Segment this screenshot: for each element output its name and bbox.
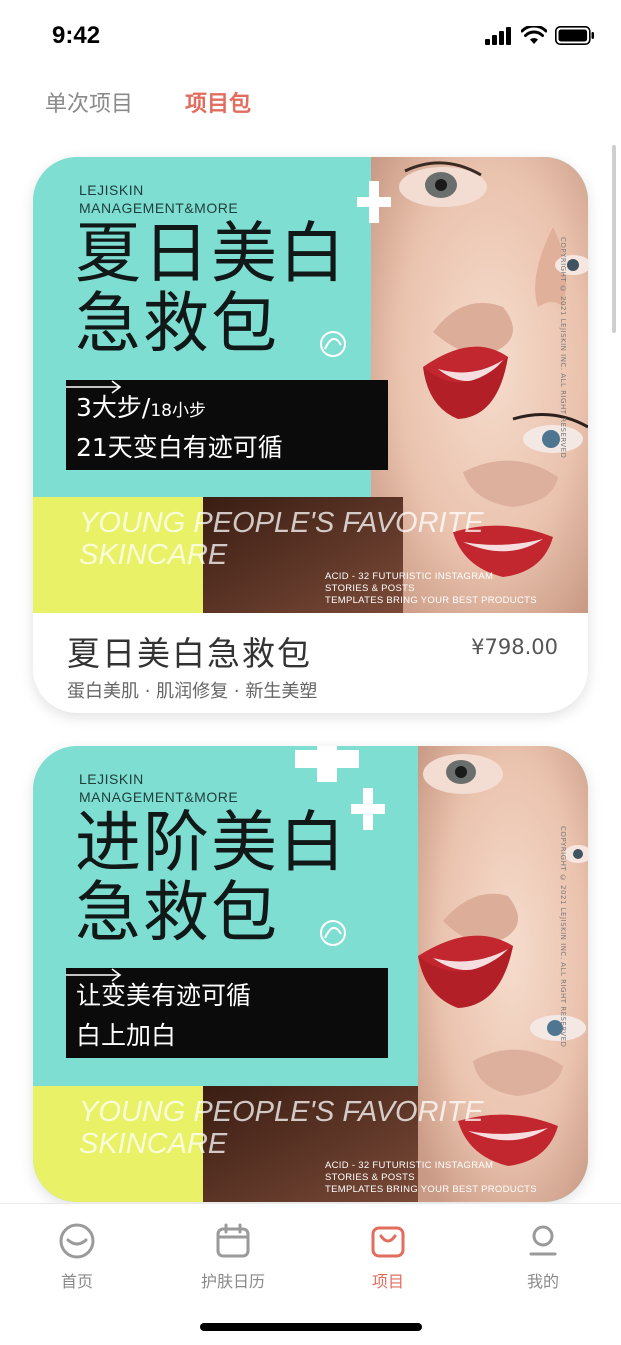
nav-label: 项目 xyxy=(371,1272,404,1291)
tab-project-package[interactable]: 项目包 xyxy=(185,86,251,118)
banner-small-text: ACID - 32 FUTURISTIC INSTAGRAM STORIES &… xyxy=(325,571,537,606)
cellular-signal-icon xyxy=(485,26,511,45)
package-tags: 蛋白美肌 · 肌润修复 · 新生美塑 xyxy=(67,681,318,702)
package-card[interactable]: LEJISKIN MANAGEMENT&MORE 夏日美白 急救包 3大步/18… xyxy=(33,157,588,713)
calendar-icon xyxy=(216,1223,250,1258)
package-banner-image: LEJISKIN MANAGEMENT&MORE 夏日美白 急救包 3大步/18… xyxy=(33,157,588,613)
nav-label: 首页 xyxy=(60,1272,93,1291)
arrow-right-icon xyxy=(66,968,122,982)
status-time: 9:42 xyxy=(52,22,101,49)
smile-face-icon xyxy=(59,1223,95,1259)
banner-title: 夏日美白 急救包 xyxy=(75,215,347,362)
nav-item-skincare-calendar[interactable]: 护肤日历 xyxy=(178,1222,288,1292)
home-indicator[interactable] xyxy=(200,1323,422,1331)
banner-title: 进阶美白 急救包 xyxy=(75,804,347,951)
nav-item-profile[interactable]: 我的 xyxy=(488,1222,598,1292)
banner-slogan: YOUNG PEOPLE'S FAVORITE SKINCARE xyxy=(79,507,484,571)
package-card[interactable]: LEJISKIN MANAGEMENT&MORE 进阶美白 急救包 让变美有迹可… xyxy=(33,746,588,1202)
nav-label: 我的 xyxy=(526,1272,559,1291)
status-bar: 9:42 xyxy=(0,0,621,70)
package-banner-image: LEJISKIN MANAGEMENT&MORE 进阶美白 急救包 让变美有迹可… xyxy=(33,746,588,1202)
shopping-bag-icon xyxy=(371,1226,405,1258)
status-icons xyxy=(485,26,595,45)
banner-copyright: COPYRIGHT © 2021 LEJISKIN INC. ALL RIGHT… xyxy=(559,826,567,1048)
package-price: ¥798.00 xyxy=(471,635,558,659)
tab-single-project[interactable]: 单次项目 xyxy=(45,86,133,118)
package-name: 夏日美白急救包 xyxy=(67,634,312,673)
person-icon xyxy=(529,1225,557,1256)
package-info: 夏日美白急救包 ¥798.00 蛋白美肌 · 肌润修复 · 新生美塑 xyxy=(33,613,588,713)
nav-label: 护肤日历 xyxy=(200,1272,265,1291)
banner-small-text: ACID - 32 FUTURISTIC INSTAGRAM STORIES &… xyxy=(325,1160,537,1195)
banner-slogan: YOUNG PEOPLE'S FAVORITE SKINCARE xyxy=(79,1096,484,1160)
banner-black-box: 让变美有迹可循 白上加白 xyxy=(66,968,388,1058)
banner-black-box: 3大步/18小步 21天变白有迹可循 xyxy=(66,380,388,470)
banner-copyright: COPYRIGHT © 2021 LEJISKIN INC. ALL RIGHT… xyxy=(559,237,567,459)
brand-text: LEJISKIN MANAGEMENT&MORE xyxy=(79,182,239,216)
brand-text: LEJISKIN MANAGEMENT&MORE xyxy=(79,771,239,805)
nav-item-home[interactable]: 首页 xyxy=(22,1222,132,1292)
battery-icon xyxy=(555,26,594,45)
arrow-right-icon xyxy=(66,380,122,394)
nav-item-projects[interactable]: 项目 xyxy=(333,1222,443,1292)
scroll-indicator[interactable] xyxy=(612,145,616,333)
wifi-icon xyxy=(521,26,547,44)
project-type-tabs: 单次项目 项目包 xyxy=(45,86,251,118)
